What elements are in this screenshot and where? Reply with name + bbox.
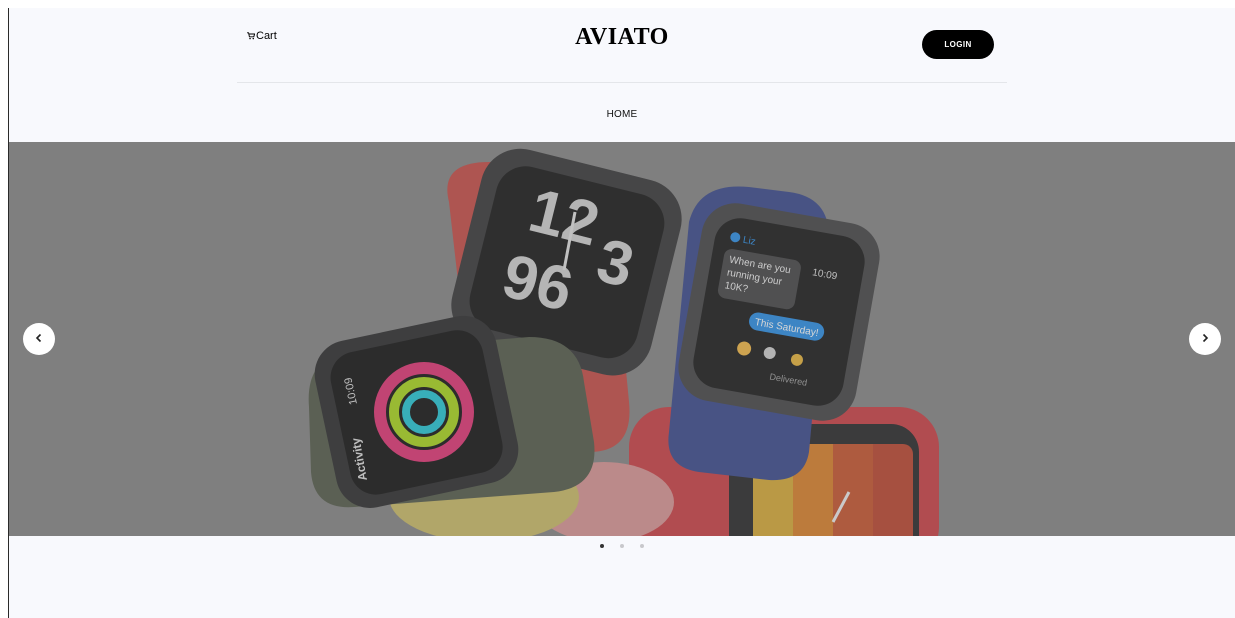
page: Cart AVIATO LOGIN HOME 12 96 3 Liz 10:09…	[8, 8, 1235, 618]
slider-next-button[interactable]	[1189, 323, 1221, 355]
site-logo[interactable]: AVIATO	[9, 24, 1235, 51]
login-button[interactable]: LOGIN	[922, 30, 994, 59]
slider-indicators	[9, 544, 1235, 548]
header-divider	[237, 82, 1007, 83]
nav-item-home[interactable]: HOME	[607, 109, 638, 120]
slider-dot-2[interactable]	[620, 544, 624, 548]
chevron-right-icon	[1200, 330, 1210, 348]
main-nav: HOME	[9, 104, 1235, 122]
hero-slider: 12 96 3 Liz 10:09 When are you running y…	[9, 142, 1235, 536]
chevron-left-icon	[34, 330, 44, 348]
slider-dot-1[interactable]	[600, 544, 604, 548]
slider-dot-3[interactable]	[640, 544, 644, 548]
slider-prev-button[interactable]	[23, 323, 55, 355]
hero-image: 12 96 3 Liz 10:09 When are you running y…	[9, 142, 1235, 536]
